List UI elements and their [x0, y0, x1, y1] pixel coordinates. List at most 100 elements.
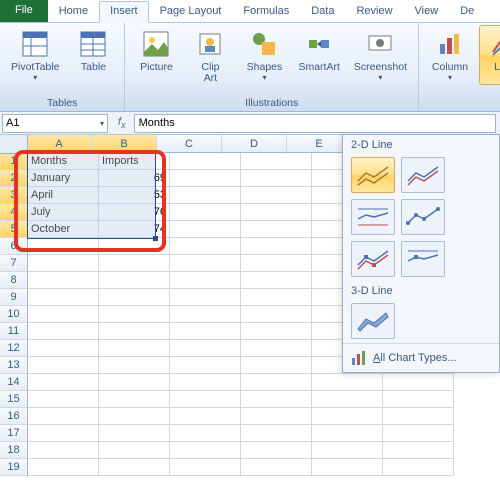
- cell[interactable]: [241, 204, 312, 221]
- cell[interactable]: [170, 255, 241, 272]
- tab-developer[interactable]: De: [449, 1, 485, 23]
- row-header[interactable]: 16: [0, 408, 28, 425]
- cell[interactable]: [241, 391, 312, 408]
- cell[interactable]: [241, 408, 312, 425]
- row-header[interactable]: 11: [0, 323, 28, 340]
- cell[interactable]: [312, 391, 383, 408]
- cell[interactable]: [241, 255, 312, 272]
- cell[interactable]: January: [28, 170, 99, 187]
- cell[interactable]: [312, 408, 383, 425]
- cell[interactable]: [170, 221, 241, 238]
- cell[interactable]: [28, 357, 99, 374]
- cell[interactable]: 69: [99, 170, 170, 187]
- cell[interactable]: [99, 255, 170, 272]
- cell[interactable]: [170, 391, 241, 408]
- cell[interactable]: [170, 340, 241, 357]
- cell[interactable]: [170, 374, 241, 391]
- cell[interactable]: [99, 408, 170, 425]
- cell[interactable]: Months: [28, 153, 99, 170]
- cell[interactable]: [28, 323, 99, 340]
- tab-view[interactable]: View: [404, 1, 450, 23]
- row-header[interactable]: 4: [0, 204, 28, 221]
- cell[interactable]: [99, 442, 170, 459]
- column-header[interactable]: A: [27, 135, 92, 153]
- cell[interactable]: [241, 340, 312, 357]
- cell[interactable]: [28, 374, 99, 391]
- tab-page-layout[interactable]: Page Layout: [149, 1, 233, 23]
- cell[interactable]: [241, 425, 312, 442]
- row-header[interactable]: 8: [0, 272, 28, 289]
- select-all-corner[interactable]: [0, 135, 28, 154]
- tab-formulas[interactable]: Formulas: [232, 1, 300, 23]
- cell[interactable]: [99, 306, 170, 323]
- table-button[interactable]: Table: [68, 25, 118, 76]
- all-chart-types[interactable]: AAll Chart Types...ll Chart Types...: [343, 343, 499, 372]
- cell[interactable]: [383, 374, 454, 391]
- cell[interactable]: [170, 425, 241, 442]
- cell[interactable]: [383, 408, 454, 425]
- cell[interactable]: [312, 374, 383, 391]
- cell[interactable]: [241, 306, 312, 323]
- row-header[interactable]: 3: [0, 187, 28, 204]
- row-header[interactable]: 7: [0, 255, 28, 272]
- cell[interactable]: [170, 323, 241, 340]
- cell[interactable]: [241, 374, 312, 391]
- row-header[interactable]: 18: [0, 442, 28, 459]
- cell[interactable]: [170, 442, 241, 459]
- tab-home[interactable]: Home: [48, 1, 99, 23]
- cell[interactable]: [99, 323, 170, 340]
- shapes-button[interactable]: Shapes ▾: [239, 25, 289, 85]
- tab-review[interactable]: Review: [345, 1, 403, 23]
- cell[interactable]: [99, 374, 170, 391]
- cell[interactable]: [170, 459, 241, 476]
- column-header[interactable]: B: [92, 135, 157, 153]
- cell[interactable]: [170, 238, 241, 255]
- row-header[interactable]: 12: [0, 340, 28, 357]
- cell[interactable]: [241, 187, 312, 204]
- pivottable-button[interactable]: PivotTable ▾: [6, 25, 64, 85]
- cell[interactable]: [28, 442, 99, 459]
- cell[interactable]: [241, 323, 312, 340]
- cell[interactable]: [99, 289, 170, 306]
- chart-line-basic[interactable]: [351, 157, 395, 193]
- line-chart-button[interactable]: Line ▾: [479, 25, 500, 85]
- cell[interactable]: [383, 459, 454, 476]
- cell[interactable]: [28, 408, 99, 425]
- tab-data[interactable]: Data: [300, 1, 345, 23]
- row-header[interactable]: 10: [0, 306, 28, 323]
- cell[interactable]: [170, 357, 241, 374]
- cell[interactable]: 74: [99, 221, 170, 238]
- cell[interactable]: [28, 255, 99, 272]
- clipart-button[interactable]: Clip Art: [185, 25, 235, 87]
- cell[interactable]: October: [28, 221, 99, 238]
- cell[interactable]: [383, 425, 454, 442]
- cell[interactable]: [99, 272, 170, 289]
- column-header[interactable]: C: [157, 135, 222, 153]
- row-header[interactable]: 13: [0, 357, 28, 374]
- cell[interactable]: [170, 153, 241, 170]
- cell[interactable]: [312, 442, 383, 459]
- cell[interactable]: [170, 204, 241, 221]
- row-header[interactable]: 17: [0, 425, 28, 442]
- cell[interactable]: July: [28, 204, 99, 221]
- cell[interactable]: [28, 425, 99, 442]
- row-header[interactable]: 6: [0, 238, 28, 255]
- tab-file[interactable]: File: [0, 0, 48, 22]
- row-header[interactable]: 14: [0, 374, 28, 391]
- cell[interactable]: [170, 187, 241, 204]
- chart-line-markers[interactable]: [401, 199, 445, 235]
- cell[interactable]: [383, 391, 454, 408]
- cell[interactable]: April: [28, 187, 99, 204]
- cell[interactable]: [28, 340, 99, 357]
- cell[interactable]: [383, 442, 454, 459]
- picture-button[interactable]: Picture: [131, 25, 181, 76]
- cell[interactable]: [312, 425, 383, 442]
- cell[interactable]: [28, 272, 99, 289]
- cell[interactable]: [28, 238, 99, 255]
- column-header[interactable]: D: [222, 135, 287, 153]
- row-header[interactable]: 5: [0, 221, 28, 238]
- cell[interactable]: [170, 170, 241, 187]
- name-box[interactable]: A1 ▾: [2, 114, 108, 133]
- chart-line-stacked-markers[interactable]: [351, 241, 395, 277]
- cell[interactable]: [170, 408, 241, 425]
